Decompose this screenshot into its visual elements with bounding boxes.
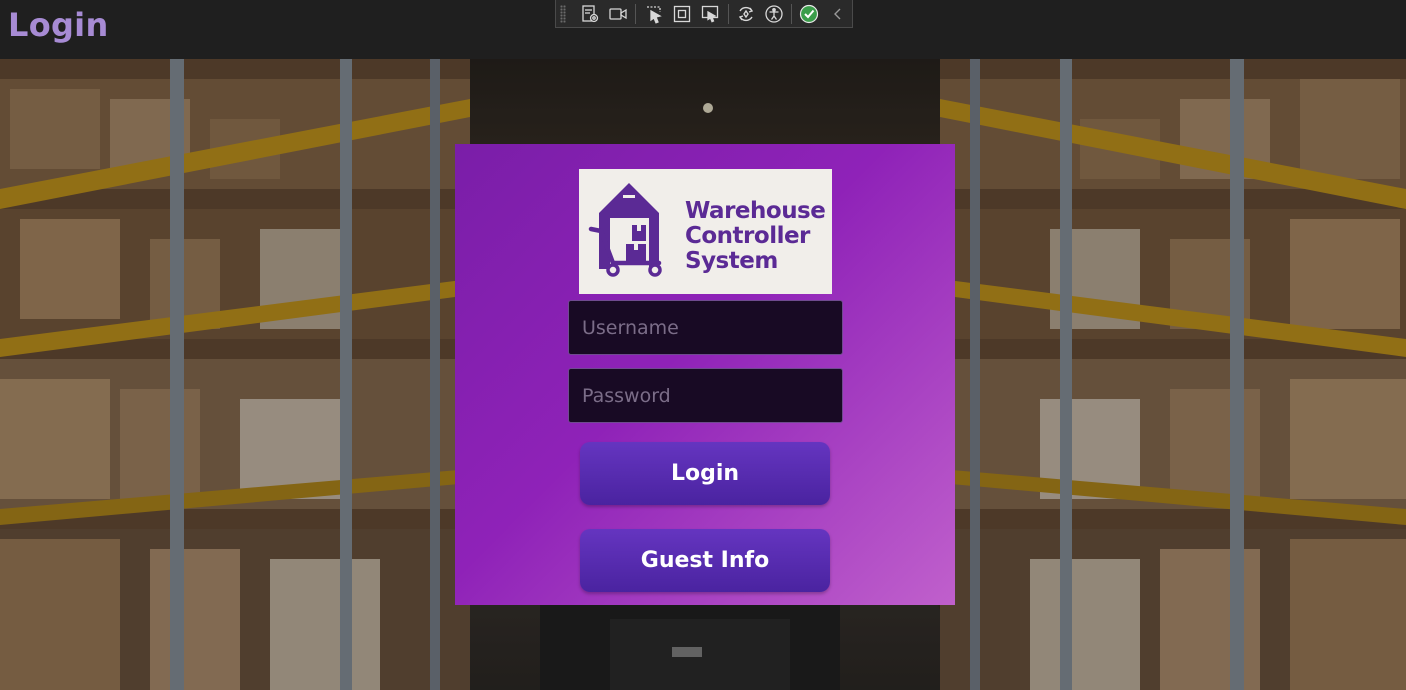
- toolbar-separator: [635, 3, 637, 24]
- collapse-chevron-icon[interactable]: [828, 3, 848, 25]
- window-titlebar: Login: [0, 0, 1406, 59]
- logo-line-3: System: [685, 248, 778, 274]
- login-button[interactable]: Login: [580, 442, 830, 505]
- xaml-devtools-toolbar: [555, 0, 853, 28]
- accessibility-icon[interactable]: [764, 3, 784, 25]
- hot-reload-icon[interactable]: [735, 3, 755, 25]
- login-card: Warehouse Controller System Login Guest …: [455, 144, 955, 605]
- warehouse-controller-logo: Warehouse Controller System: [579, 169, 832, 294]
- toolbar-grip-handle[interactable]: [560, 4, 566, 23]
- password-input[interactable]: [568, 368, 843, 423]
- window-title: Login: [8, 6, 109, 44]
- warehouse-cart-icon: [588, 183, 662, 277]
- toolbar-separator: [727, 3, 729, 24]
- select-element-icon[interactable]: [643, 3, 663, 25]
- guest-info-button[interactable]: Guest Info: [580, 529, 830, 592]
- binding-check-icon[interactable]: [799, 3, 819, 25]
- logo-wordmark: Warehouse Controller System: [685, 198, 826, 274]
- logo-line-1: Warehouse: [685, 198, 826, 224]
- display-layout-adorners-icon[interactable]: [672, 3, 692, 25]
- record-icon[interactable]: [608, 3, 628, 25]
- track-focus-icon[interactable]: [700, 3, 720, 25]
- toolbar-separator: [791, 3, 793, 24]
- logo-line-2: Controller: [685, 223, 810, 249]
- live-visual-tree-icon[interactable]: [580, 3, 600, 25]
- username-input[interactable]: [568, 300, 843, 355]
